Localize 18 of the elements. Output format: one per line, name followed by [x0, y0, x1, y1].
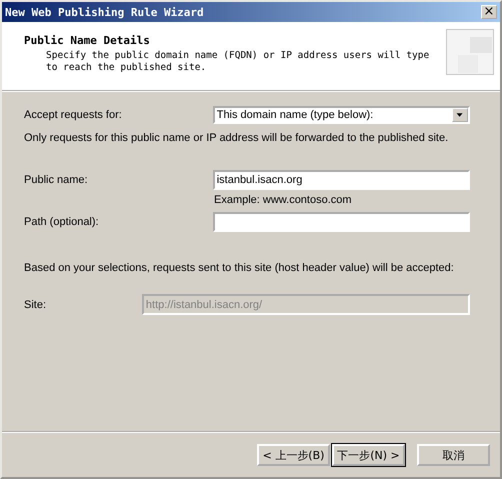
note-text: Only requests for this public name or IP address will be forwarded to the published site. [24, 132, 450, 144]
page-title: Public Name Details [24, 34, 151, 47]
path-field[interactable] [212, 212, 470, 232]
field-label: Accept requests for: [24, 109, 123, 121]
close-button[interactable]: × [481, 5, 497, 19]
field-label: Path (optional): [24, 216, 100, 228]
summary-text: Based on your selections, requests sent to this site (host header value) will be accepted: [24, 262, 455, 274]
field-label: Public name: [24, 174, 89, 186]
field-label: Site: [24, 298, 48, 310]
wizard-button[interactable]: < 上一步(B) [257, 444, 330, 466]
example-text: Example: www.contoso.com [214, 194, 353, 206]
window-title: New Web Publishing Rule Wizard [5, 6, 204, 18]
wizard-button[interactable]: 取消 [417, 444, 490, 466]
page-description: Specify the public domain name (FQDN) or IP address users will type to reach the published site. [46, 50, 430, 74]
wizard-button[interactable]: 下一步(N) > [332, 444, 405, 466]
accept-dropdown[interactable]: This domain name (type below): [212, 106, 470, 124]
wizard-icon [446, 29, 494, 75]
public-name-field[interactable]: istanbul.isacn.org [212, 170, 470, 190]
